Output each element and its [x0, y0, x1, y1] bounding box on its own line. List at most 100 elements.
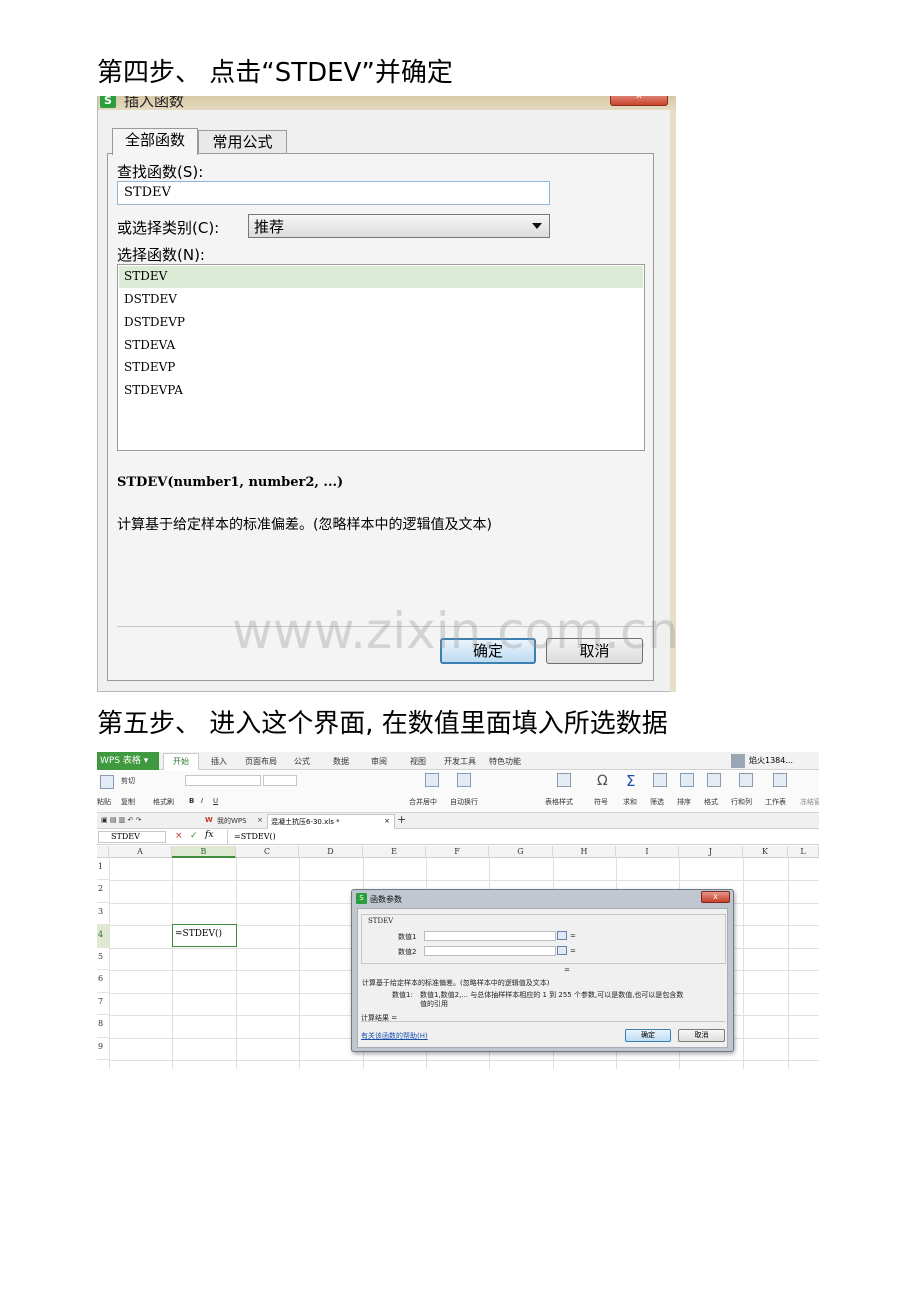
function-list[interactable]: STDEV DSTDEV DSTDEVP STDEVA STDEVP STDEV…: [117, 264, 645, 451]
tab-page-layout[interactable]: 页面布局: [245, 756, 277, 767]
row-header[interactable]: 6: [97, 970, 109, 993]
row-header[interactable]: 3: [97, 903, 109, 925]
table-style-icon[interactable]: [557, 773, 571, 787]
column-header[interactable]: C: [236, 846, 299, 858]
sum-button[interactable]: 求和: [623, 797, 637, 807]
arg1-input[interactable]: [424, 931, 556, 941]
tab-features[interactable]: 特色功能: [489, 756, 521, 767]
new-tab-plus-icon[interactable]: +: [397, 813, 406, 826]
fx-icon[interactable]: fx: [205, 830, 213, 840]
doc-tab-file[interactable]: 混凝土抗压6-30.xls * ×: [267, 814, 395, 829]
doc-tab-my-wps[interactable]: 我的WPS: [217, 816, 247, 826]
gridline: [109, 880, 819, 881]
auto-wrap-button[interactable]: 自动换行: [450, 797, 478, 807]
format-painter-button[interactable]: 格式刷: [153, 797, 174, 807]
sort-icon[interactable]: [680, 773, 694, 787]
function-item-stdev[interactable]: STDEV: [119, 266, 643, 288]
worksheet-button[interactable]: 工作表: [765, 797, 786, 807]
column-header[interactable]: E: [363, 846, 426, 858]
function-item-stdevp[interactable]: STDEVP: [119, 357, 643, 379]
name-box[interactable]: STDEV: [98, 831, 166, 843]
row-header[interactable]: 2: [97, 880, 109, 903]
column-header[interactable]: D: [299, 846, 363, 858]
sigma-icon[interactable]: Σ: [626, 772, 635, 790]
tab-insert[interactable]: 插入: [211, 756, 227, 767]
range-picker-icon[interactable]: [557, 931, 567, 940]
column-header[interactable]: K: [743, 846, 788, 858]
row-header[interactable]: 1: [97, 858, 109, 880]
close-button[interactable]: x: [610, 96, 668, 106]
merge-center-button[interactable]: 合并居中: [409, 797, 437, 807]
copy-button[interactable]: 复制: [121, 797, 135, 807]
cancel-button[interactable]: 取消: [678, 1029, 725, 1042]
column-header[interactable]: J: [679, 846, 743, 858]
column-header[interactable]: G: [489, 846, 553, 858]
row-header[interactable]: 5: [97, 948, 109, 970]
help-link[interactable]: 有关该函数的帮助(H): [361, 1031, 428, 1041]
cut-button[interactable]: 剪切: [121, 776, 135, 786]
paste-button[interactable]: 粘贴: [97, 797, 111, 807]
tab-common-formulas[interactable]: 常用公式: [198, 130, 287, 154]
italic-icon[interactable]: I: [201, 797, 203, 805]
auto-wrap-icon[interactable]: [457, 773, 471, 787]
row-col-button[interactable]: 行和列: [731, 797, 752, 807]
row-col-icon[interactable]: [739, 773, 753, 787]
paste-icon[interactable]: [100, 775, 114, 789]
tab-view[interactable]: 视图: [410, 756, 426, 767]
column-header[interactable]: L: [788, 846, 819, 858]
tab-data[interactable]: 数据: [333, 756, 349, 767]
bold-icon[interactable]: B: [189, 797, 194, 805]
worksheet-icon[interactable]: [773, 773, 787, 787]
user-name[interactable]: 焰火1384...: [749, 755, 793, 766]
filter-button[interactable]: 筛选: [650, 797, 664, 807]
close-icon[interactable]: ×: [257, 816, 263, 824]
formula-input[interactable]: =STDEV(): [227, 830, 817, 844]
quick-access-icons[interactable]: ▣ ▤ ▥ ↶ ↷: [101, 816, 141, 824]
select-all-corner[interactable]: [97, 846, 109, 858]
table-style-button[interactable]: 表格样式: [545, 797, 573, 807]
font-name-select[interactable]: [185, 775, 261, 786]
function-item-stdevpa[interactable]: STDEVPA: [119, 380, 643, 402]
tab-review[interactable]: 审阅: [371, 756, 387, 767]
sort-button[interactable]: 排序: [677, 797, 691, 807]
function-item-stdeva[interactable]: STDEVA: [119, 335, 643, 357]
avatar[interactable]: [731, 754, 745, 768]
tab-developer[interactable]: 开发工具: [444, 756, 476, 767]
omega-icon[interactable]: Ω: [597, 773, 608, 789]
filter-icon[interactable]: [653, 773, 667, 787]
format-button[interactable]: 格式: [704, 797, 718, 807]
search-input[interactable]: STDEV: [117, 181, 550, 205]
app-menu-button[interactable]: WPS 表格 ▾: [97, 752, 159, 770]
column-header[interactable]: B: [172, 846, 236, 858]
confirm-formula-icon[interactable]: ✓: [190, 831, 198, 841]
format-icon[interactable]: [707, 773, 721, 787]
range-picker-icon[interactable]: [557, 946, 567, 955]
dialog-title: 函数参数: [370, 895, 402, 904]
merge-center-icon[interactable]: [425, 773, 439, 787]
row-header[interactable]: 9: [97, 1038, 109, 1060]
tab-formula[interactable]: 公式: [294, 756, 310, 767]
cancel-formula-icon[interactable]: ×: [175, 831, 183, 841]
active-cell-b4[interactable]: =STDEV(): [172, 924, 237, 947]
tab-all-functions[interactable]: 全部函数: [112, 128, 198, 155]
column-header[interactable]: F: [426, 846, 489, 858]
underline-icon[interactable]: U: [213, 797, 218, 805]
row-header[interactable]: 7: [97, 993, 109, 1015]
arg2-input[interactable]: [424, 946, 556, 956]
row-header[interactable]: 8: [97, 1015, 109, 1038]
close-icon[interactable]: ×: [384, 817, 390, 825]
symbol-button[interactable]: 符号: [594, 797, 608, 807]
close-button[interactable]: x: [701, 891, 730, 903]
column-header[interactable]: A: [109, 846, 172, 858]
tab-start[interactable]: 开始: [163, 753, 199, 770]
freeze-button[interactable]: 冻结窗: [800, 797, 819, 807]
row-header[interactable]: 4: [97, 925, 109, 948]
category-select[interactable]: 推荐: [248, 214, 550, 238]
arg-help-text: 数值1,数值2,... 与总体抽样样本相应的 1 到 255 个参数,可以是数值…: [420, 991, 684, 999]
ok-button[interactable]: 确定: [625, 1029, 671, 1042]
function-item-dstdevp[interactable]: DSTDEVP: [119, 312, 643, 334]
function-item-dstdev[interactable]: DSTDEV: [119, 289, 643, 311]
column-header[interactable]: I: [616, 846, 679, 858]
font-size-select[interactable]: [263, 775, 297, 786]
column-header[interactable]: H: [553, 846, 616, 858]
